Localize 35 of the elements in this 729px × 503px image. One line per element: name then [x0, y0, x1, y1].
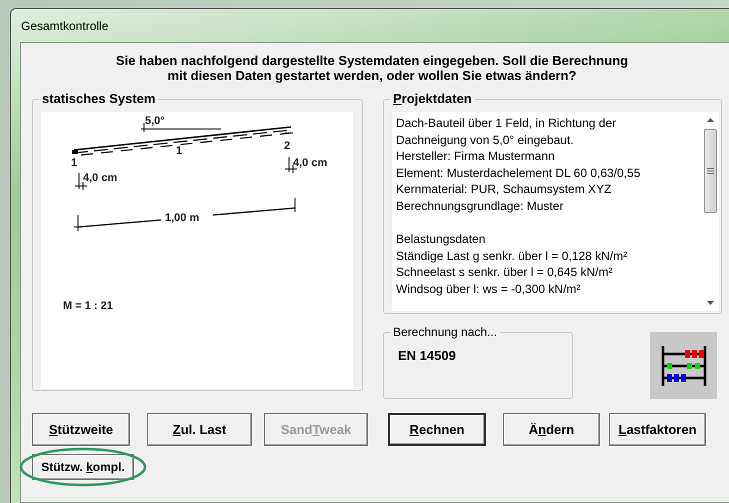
grip-icon	[707, 168, 714, 174]
scroll-thumb[interactable]	[704, 129, 717, 213]
action-button[interactable]: Zul. Last	[147, 413, 252, 446]
scroll-down-icon[interactable]	[707, 301, 714, 305]
beam-label: 1	[176, 145, 182, 157]
thickness-label: 4,0 cm	[83, 172, 118, 184]
action-button[interactable]: Rechnen	[388, 413, 486, 446]
node-label: 1	[71, 157, 78, 169]
data-line: Ständige Last g senkr. über l = 0,128 kN/m²	[396, 248, 628, 264]
angle-label: 5,0°	[145, 115, 165, 127]
action-button[interactable]: Lastfaktoren	[609, 413, 706, 446]
data-line: Dachneigung von 5,0° eingebaut.	[396, 132, 575, 148]
scroll-up-icon[interactable]	[707, 118, 714, 122]
data-line: Hersteller: Firma Mustermann	[396, 148, 556, 165]
data-line: Windsog über l: ws = -0,300 kN/m²	[396, 280, 582, 298]
abacus-icon[interactable]	[650, 332, 717, 399]
window-title: Gesamtkontrolle	[21, 18, 108, 32]
group-title: Berechnung nach...	[390, 324, 500, 340]
prompt-text: Sie haben nachfolgend dargestellte Systemdaten eingegeben. Soll die Berechnung mit diesen Daten gestartet werden, oder wollen Sie etwas ändern?	[114, 53, 630, 83]
node-label: 2	[284, 140, 290, 152]
data-line: Berechnungsgrundlage: Muster	[396, 198, 564, 215]
action-button[interactable]: Stützw. kompl.	[32, 454, 134, 480]
data-line: Schneelast s senkr. über l = 0,645 kN/m²	[396, 264, 614, 281]
data-line: Element: Musterdachelement DL 60 0,63/0,55	[396, 164, 642, 182]
scale-label: M = 1 : 21	[63, 300, 113, 312]
data-line: Belastungsdaten	[396, 231, 486, 248]
standard-label: EN 14509	[398, 348, 456, 363]
data-line: Dach-Bauteil über 1 Feld, in Richtung der	[396, 115, 618, 132]
group-title: statisches System	[39, 91, 158, 107]
group-title: Projektdaten	[390, 91, 475, 107]
data-line: Kernmaterial: PUR, Schaumsystem XYZ	[396, 181, 612, 198]
span-label: 1,00 m	[165, 212, 200, 224]
action-button[interactable]: Stützweite	[32, 413, 130, 446]
action-button[interactable]: Ändern	[503, 413, 600, 446]
thickness-label: 4,0 cm	[293, 157, 328, 169]
